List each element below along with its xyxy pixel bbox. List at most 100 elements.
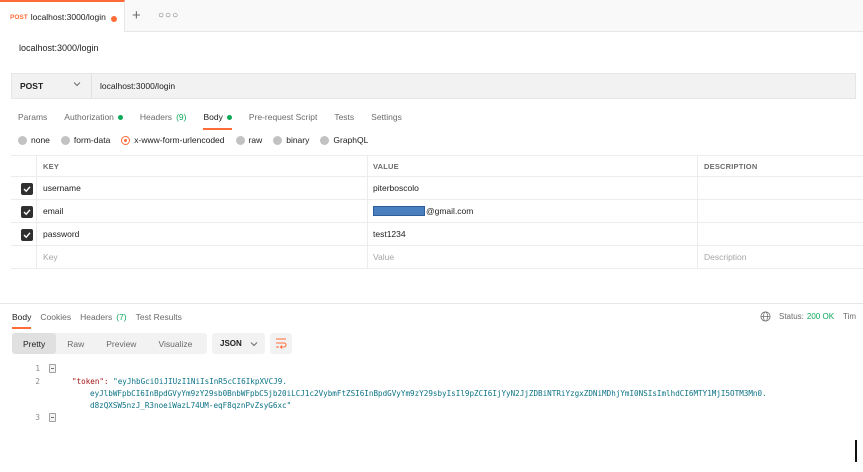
table-header-row: KEY VALUE DESCRIPTION: [11, 155, 863, 177]
column-divider: [36, 177, 37, 199]
email-domain: @gmail.com: [426, 206, 474, 216]
column-divider: [697, 156, 698, 176]
tab-strip: POST localhost:3000/login + ○○○: [0, 0, 863, 32]
line-number: 3: [35, 413, 40, 422]
param-value[interactable]: piterboscolo: [373, 177, 419, 199]
resp-tab-test-results[interactable]: Test Results: [136, 311, 182, 323]
wrap-lines-button[interactable]: [270, 333, 292, 354]
new-tab-plus-icon[interactable]: +: [132, 8, 141, 23]
body-type-radios: none form-data x-www-form-urlencoded raw…: [18, 135, 379, 145]
chevron-down-icon: [73, 82, 81, 87]
radio-graphql[interactable]: GraphQL: [320, 135, 368, 145]
url-input[interactable]: [100, 74, 800, 98]
checkmark-icon: [23, 186, 31, 193]
headers-count: (7): [116, 312, 127, 322]
tab-settings[interactable]: Settings: [371, 110, 402, 124]
view-visualize-button[interactable]: Visualize: [147, 333, 203, 354]
column-header-description: DESCRIPTION: [704, 161, 758, 171]
column-divider: [367, 200, 368, 222]
more-options-icon[interactable]: ○○○: [158, 10, 179, 21]
row-checkbox[interactable]: [21, 206, 33, 218]
url-bar: POST: [11, 73, 856, 99]
unsaved-dot-icon: [111, 16, 117, 22]
resp-tab-cookies[interactable]: Cookies: [40, 311, 71, 323]
fold-toggle-icon[interactable]: [49, 364, 56, 373]
radio-selected-icon: [121, 135, 131, 145]
param-key[interactable]: username: [43, 177, 81, 199]
key-placeholder[interactable]: Key: [43, 246, 58, 268]
radio-raw[interactable]: raw: [235, 135, 262, 145]
column-divider: [36, 156, 37, 176]
radio-circle-icon: [235, 135, 245, 145]
column-divider: [367, 246, 368, 268]
json-key: "token":: [72, 377, 109, 386]
checkmark-icon: [23, 232, 31, 239]
param-value[interactable]: test1234: [373, 223, 406, 245]
table-row: username piterboscolo: [11, 177, 863, 200]
table-row: password test1234: [11, 223, 863, 246]
request-title[interactable]: localhost:3000/login: [19, 43, 99, 53]
method-select[interactable]: POST: [12, 74, 92, 98]
column-divider: [367, 156, 368, 176]
param-key[interactable]: password: [43, 223, 79, 245]
tab-body[interactable]: Body: [203, 110, 232, 130]
tab-pre-request-script[interactable]: Pre-request Script: [249, 110, 318, 124]
request-tab[interactable]: POST localhost:3000/login: [0, 0, 125, 32]
column-divider: [697, 177, 698, 199]
code-line: "token": "eyJhbGciOiJIUzI1NiIsInR5cCI6Ik…: [72, 377, 287, 386]
resp-tab-body[interactable]: Body: [12, 311, 32, 329]
json-string: "eyJhbGciOiJIUzI1NiIsInR5cCI6IkpXVCJ9.: [113, 377, 287, 386]
radio-circle-icon: [18, 135, 27, 145]
active-tab-underline: [203, 128, 232, 130]
request-tabs: Params Authorization Headers (9) Body Pre…: [18, 110, 419, 130]
method-label: POST: [20, 81, 44, 91]
row-checkbox[interactable]: [21, 229, 33, 241]
radio-form-data[interactable]: form-data: [60, 135, 110, 145]
status-dot-icon: [226, 114, 232, 120]
headers-count: (9): [176, 112, 187, 122]
tab-headers[interactable]: Headers (9): [140, 110, 187, 124]
pane-divider[interactable]: [0, 303, 863, 304]
code-line-wrap: d8zQXSW5nzJ_R3noeiWazL74UM-eqF8qznPvZsyG…: [90, 401, 292, 410]
resp-tab-headers[interactable]: Headers (7): [80, 311, 127, 323]
radio-binary[interactable]: binary: [273, 135, 309, 145]
tab-authorization[interactable]: Authorization: [64, 110, 123, 124]
column-divider: [697, 223, 698, 245]
column-divider: [367, 177, 368, 199]
description-placeholder[interactable]: Description: [704, 246, 747, 268]
code-line-wrap: eyJlbWFpbCI6InBpdGVyYm9zY29sb0BnbWFpbC5j…: [90, 389, 767, 398]
column-divider: [697, 246, 698, 268]
wrap-lines-icon: [276, 338, 287, 349]
table-row: email @gmail.com: [11, 200, 863, 223]
line-number: 1: [35, 364, 40, 373]
radio-circle-icon: [320, 135, 330, 145]
status-code: 200 OK: [806, 312, 835, 321]
checkmark-icon: [23, 209, 31, 216]
active-tab-underline: [12, 327, 32, 329]
radio-circle-icon: [60, 135, 70, 145]
tab-method: POST: [10, 13, 28, 21]
param-key[interactable]: email: [43, 200, 63, 222]
view-pretty-button[interactable]: Pretty: [12, 333, 57, 354]
status-info[interactable]: Status: 200 OK: [779, 312, 834, 321]
tab-params[interactable]: Params: [18, 110, 47, 124]
radio-none[interactable]: none: [18, 135, 50, 145]
column-divider: [36, 223, 37, 245]
radio-x-www-form-urlencoded[interactable]: x-www-form-urlencoded: [121, 135, 225, 145]
tab-tests[interactable]: Tests: [334, 110, 354, 124]
fold-toggle-icon[interactable]: [49, 413, 56, 422]
row-checkbox[interactable]: [21, 183, 33, 195]
radio-circle-icon: [273, 135, 283, 145]
globe-icon[interactable]: [760, 311, 771, 322]
param-value[interactable]: @gmail.com: [373, 200, 473, 222]
view-preview-button[interactable]: Preview: [95, 333, 147, 354]
chevron-down-icon: [250, 342, 258, 347]
view-raw-button[interactable]: Raw: [56, 333, 95, 354]
value-placeholder[interactable]: Value: [373, 246, 394, 268]
column-header-value: VALUE: [373, 161, 399, 171]
column-divider: [697, 200, 698, 222]
column-divider: [367, 223, 368, 245]
format-select[interactable]: JSON: [212, 333, 265, 354]
response-time[interactable]: Tim: [843, 312, 856, 321]
redacted-block: [373, 206, 425, 216]
